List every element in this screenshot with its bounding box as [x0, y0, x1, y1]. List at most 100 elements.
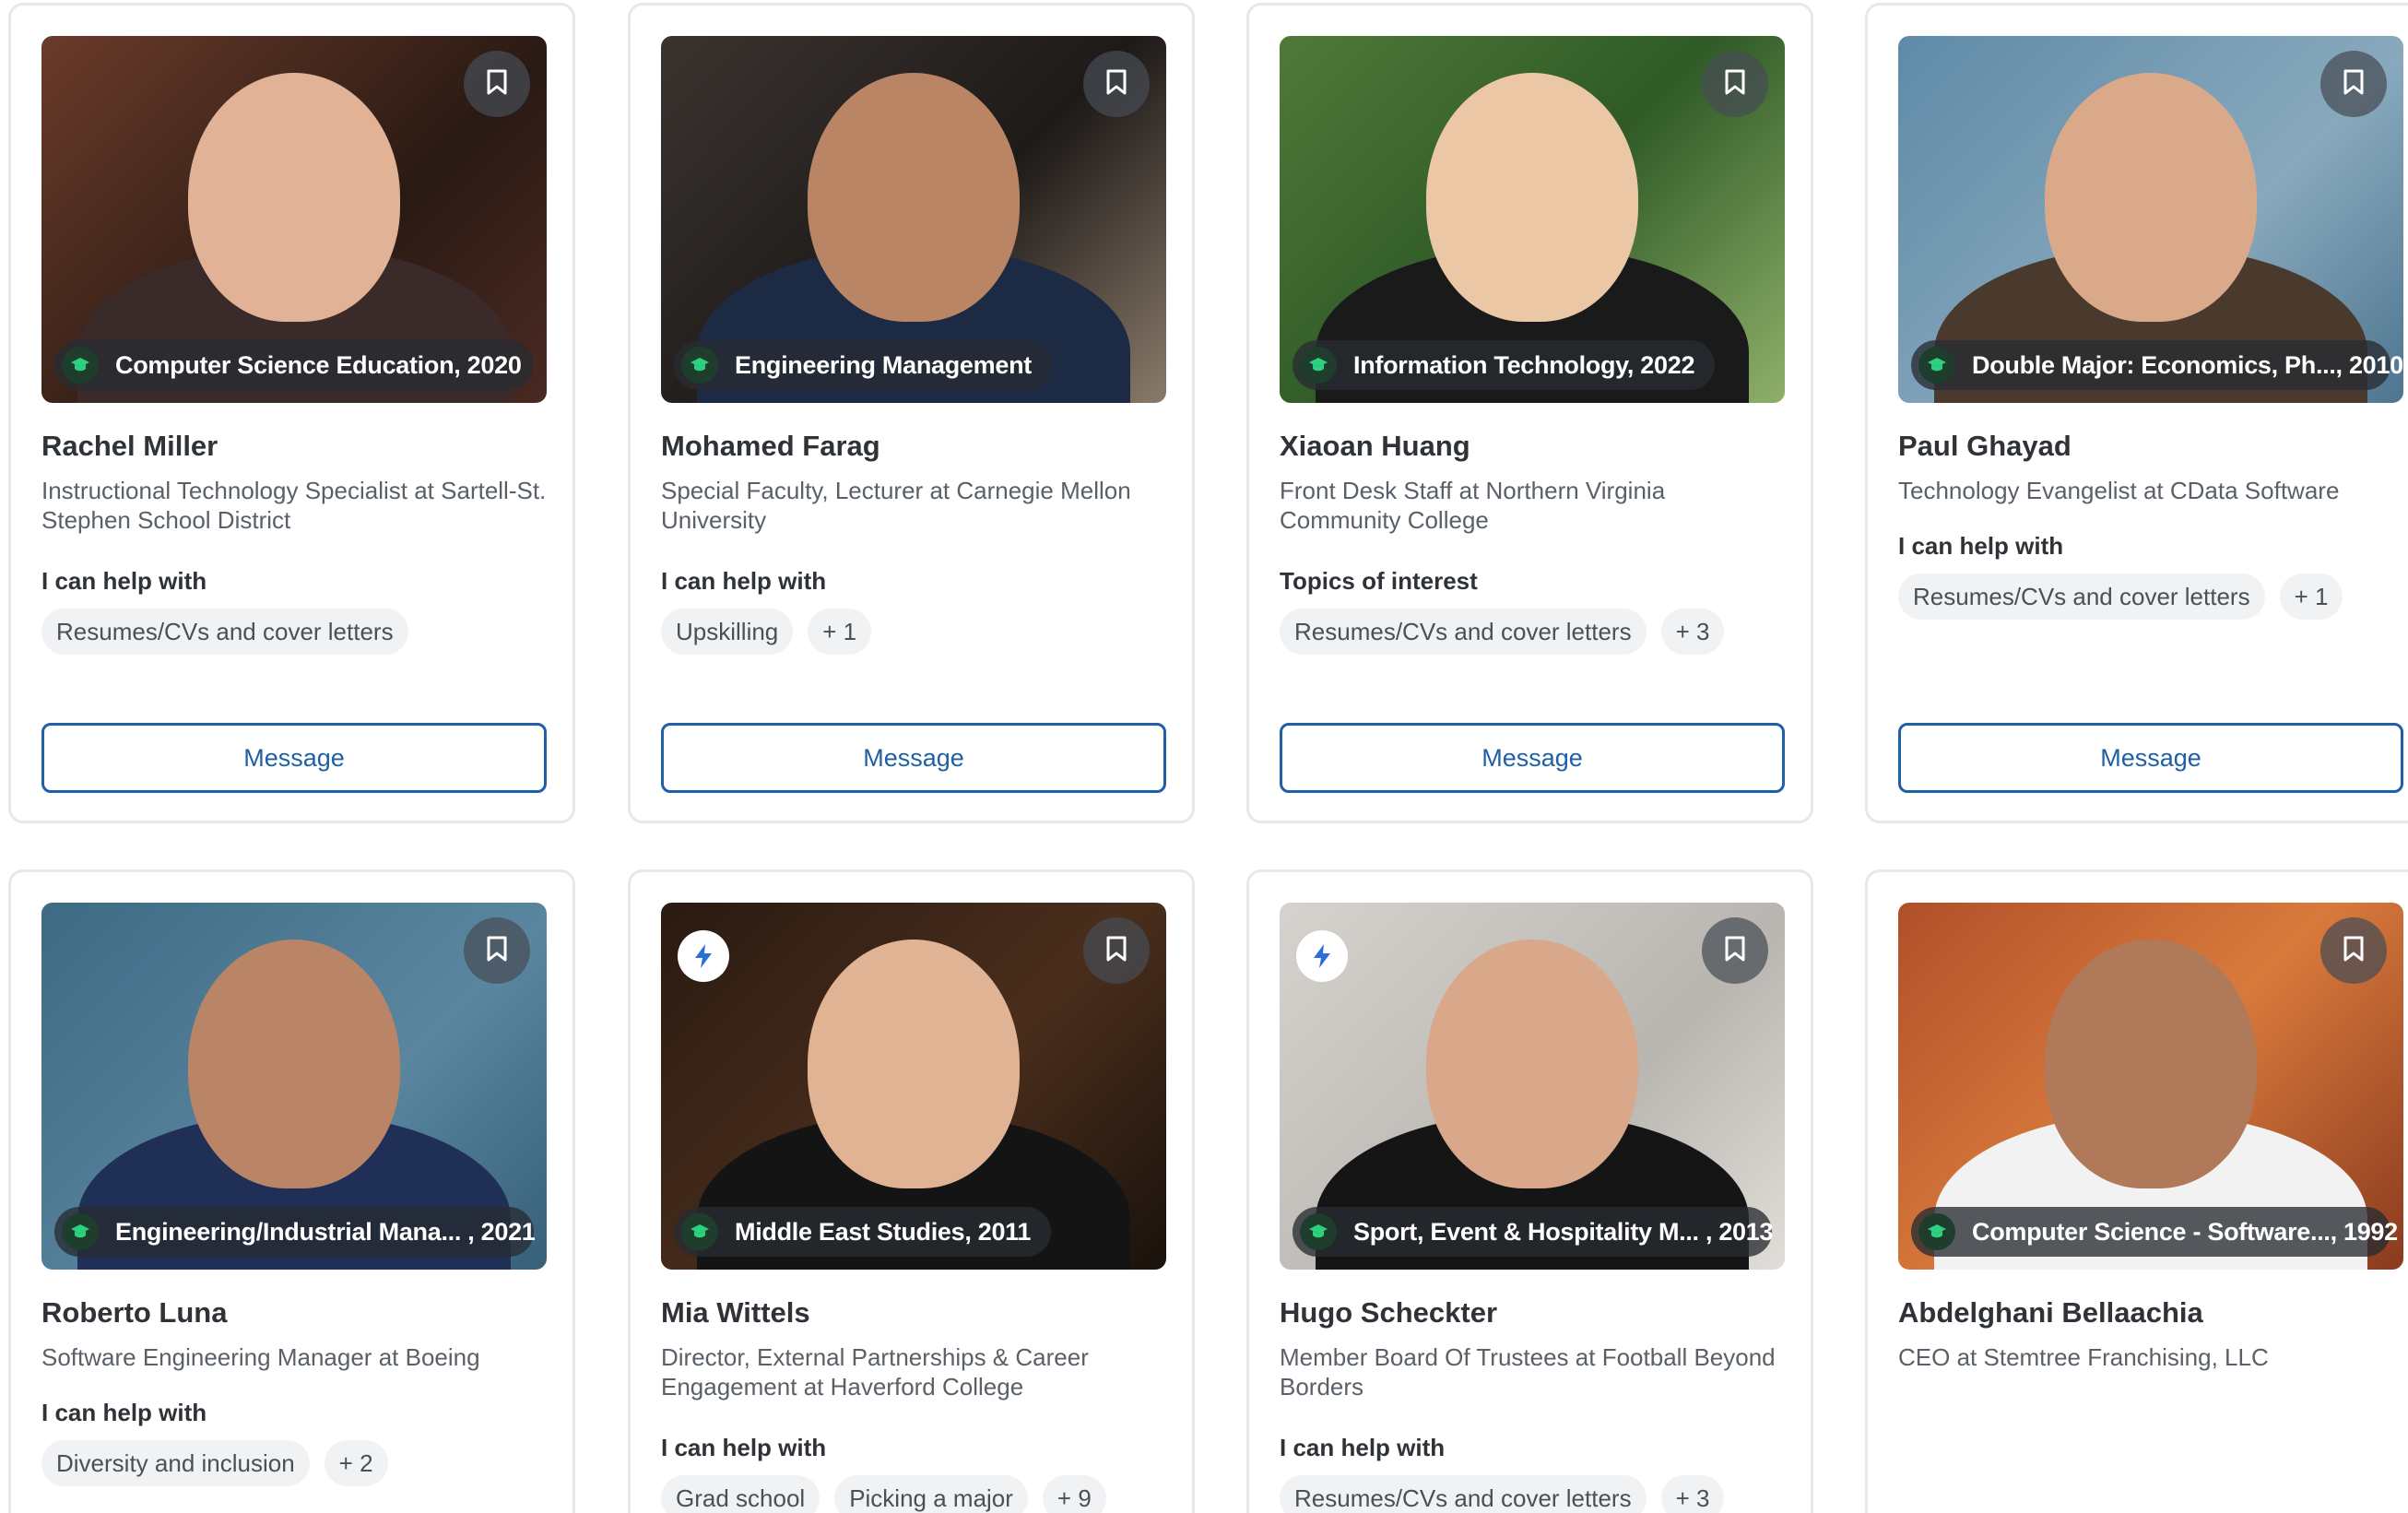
profile-photo-face	[808, 73, 1020, 322]
section-label: I can help with	[41, 567, 207, 595]
education-badge: Computer Science - Software..., 1992	[1911, 1207, 2398, 1257]
topic-chips: Diversity and inclusion + 2	[41, 1440, 388, 1486]
mentor-name[interactable]: Mohamed Farag	[661, 430, 880, 463]
at-label: at	[1956, 1343, 1977, 1371]
section-label: I can help with	[1898, 532, 2064, 560]
topic-chip[interactable]: Resumes/CVs and cover letters	[41, 609, 408, 655]
profile-photo-face	[1426, 940, 1638, 1188]
message-button[interactable]: Message	[661, 723, 1166, 793]
education-text: Computer Science Education, 2020	[115, 350, 522, 379]
topic-chips: Resumes/CVs and cover letters + 3	[1280, 609, 1725, 655]
more-topics-chip[interactable]: + 1	[2279, 573, 2343, 620]
topic-chip[interactable]: Upskilling	[661, 609, 794, 655]
profile-photo[interactable]: Information Technology, 2022	[1280, 36, 1785, 403]
lightning-bolt-icon	[1296, 930, 1348, 982]
mentor-title: Software Engineering Manager at Boeing	[41, 1342, 553, 1372]
bookmark-icon	[1723, 935, 1747, 967]
mentor-role: Instructional Technology Specialist	[41, 477, 407, 504]
graduation-cap-icon	[681, 1213, 718, 1250]
bookmark-button[interactable]	[1702, 51, 1768, 117]
mentor-card: Information Technology, 2022 Xiaoan Huang…	[1246, 3, 1813, 823]
mentor-title: Front Desk Staff at Northern Virginia Co…	[1280, 476, 1791, 535]
more-topics-chip[interactable]: + 2	[324, 1440, 388, 1486]
at-label: at	[378, 1343, 399, 1371]
topic-chip[interactable]: Grad school	[661, 1475, 820, 1513]
section-label: I can help with	[41, 1399, 207, 1426]
profile-photo[interactable]: Sport, Event & Hospitality M... , 2013	[1280, 903, 1785, 1270]
bookmark-button[interactable]	[2320, 917, 2387, 984]
education-badge: Computer Science Education, 2020	[54, 340, 534, 390]
topic-chip[interactable]: Picking a major	[834, 1475, 1028, 1513]
graduation-cap-icon	[1300, 347, 1337, 384]
mentor-role: Front Desk Staff	[1280, 477, 1453, 504]
section-label: I can help with	[661, 567, 827, 595]
bookmark-icon	[2342, 68, 2366, 100]
topic-chip[interactable]: Resumes/CVs and cover letters	[1898, 573, 2265, 620]
education-badge: Information Technology, 2022	[1293, 340, 1716, 390]
mentor-name[interactable]: Abdelghani Bellaachia	[1898, 1296, 2203, 1330]
profile-photo-face	[2045, 940, 2257, 1188]
profile-photo-face	[188, 940, 400, 1188]
topic-chips: Grad school Picking a major + 9	[661, 1475, 1106, 1513]
more-topics-chip[interactable]: + 3	[1660, 1475, 1725, 1513]
message-button[interactable]: Message	[1898, 723, 2403, 793]
mentor-name[interactable]: Xiaoan Huang	[1280, 430, 1470, 463]
mentor-card: Middle East Studies, 2011 Mia Wittels Dire…	[628, 869, 1195, 1513]
bookmark-button[interactable]	[1083, 51, 1150, 117]
profile-photo[interactable]: Computer Science - Software..., 1992	[1898, 903, 2403, 1270]
message-button[interactable]: Message	[1280, 723, 1785, 793]
profile-photo-face	[188, 73, 400, 322]
profile-photo[interactable]: Engineering/Industrial Mana... , 2021	[41, 903, 547, 1270]
message-button[interactable]: Message	[41, 723, 547, 793]
education-badge: Engineering/Industrial Mana... , 2021	[54, 1207, 536, 1257]
more-topics-chip[interactable]: + 1	[808, 609, 872, 655]
more-topics-chip[interactable]: + 3	[1660, 609, 1725, 655]
mentor-name[interactable]: Mia Wittels	[661, 1296, 810, 1330]
mentor-name[interactable]: Roberto Luna	[41, 1296, 228, 1330]
education-text: Computer Science - Software..., 1992	[1972, 1217, 2398, 1246]
education-badge: Sport, Event & Hospitality M... , 2013	[1293, 1207, 1774, 1257]
profile-photo[interactable]: Double Major: Economics, Ph..., 2010	[1898, 36, 2403, 403]
graduation-cap-icon	[62, 347, 99, 384]
topic-chips: Upskilling + 1	[661, 609, 872, 655]
bookmark-icon	[1104, 68, 1128, 100]
bookmark-button[interactable]	[2320, 51, 2387, 117]
mentor-title: Instructional Technology Specialist at S…	[41, 476, 553, 535]
more-topics-chip[interactable]: + 9	[1042, 1475, 1106, 1513]
profile-photo[interactable]: Computer Science Education, 2020	[41, 36, 547, 403]
mentor-card: Computer Science - Software..., 1992 Abde…	[1865, 869, 2408, 1513]
mentor-card: Computer Science Education, 2020 Rachel M…	[8, 3, 575, 823]
mentor-organization: Stemtree Franchising, LLC	[1983, 1343, 2269, 1371]
bookmark-button[interactable]	[464, 51, 530, 117]
section-label: I can help with	[661, 1434, 827, 1461]
bookmark-icon	[1723, 68, 1747, 100]
bookmark-button[interactable]	[464, 917, 530, 984]
bookmark-icon	[485, 68, 509, 100]
profile-photo[interactable]: Engineering Management	[661, 36, 1166, 403]
bookmark-button[interactable]	[1702, 917, 1768, 984]
education-text: Engineering Management	[735, 350, 1032, 379]
mentor-card: Double Major: Economics, Ph..., 2010 Paul…	[1865, 3, 2408, 823]
mentor-organization: Boeing	[405, 1343, 480, 1371]
graduation-cap-icon	[1918, 347, 1955, 384]
topic-chips: Resumes/CVs and cover letters + 1	[1898, 573, 2343, 620]
mentor-title: Special Faculty, Lecturer at Carnegie Me…	[661, 476, 1173, 535]
mentor-name[interactable]: Rachel Miller	[41, 430, 218, 463]
mentor-name[interactable]: Paul Ghayad	[1898, 430, 2072, 463]
at-label: at	[1458, 477, 1480, 504]
mentor-title: Technology Evangelist at CData Software	[1898, 476, 2408, 505]
mentor-grid: Computer Science Education, 2020 Rachel M…	[0, 0, 2408, 1513]
at-label: at	[1575, 1343, 1596, 1371]
topic-chip[interactable]: Resumes/CVs and cover letters	[1280, 609, 1647, 655]
education-text: Information Technology, 2022	[1353, 350, 1695, 379]
profile-photo[interactable]: Middle East Studies, 2011	[661, 903, 1166, 1270]
bookmark-button[interactable]	[1083, 917, 1150, 984]
mentor-name[interactable]: Hugo Scheckter	[1280, 1296, 1497, 1330]
graduation-cap-icon	[1918, 1213, 1955, 1250]
mentor-card: Engineering Management Mohamed Farag Speci…	[628, 3, 1195, 823]
graduation-cap-icon	[62, 1213, 99, 1250]
topic-chip[interactable]: Resumes/CVs and cover letters	[1280, 1475, 1647, 1513]
topic-chip[interactable]: Diversity and inclusion	[41, 1440, 310, 1486]
mentor-card: Sport, Event & Hospitality M... , 2013 Hu…	[1246, 869, 1813, 1513]
lightning-bolt-icon	[678, 930, 729, 982]
